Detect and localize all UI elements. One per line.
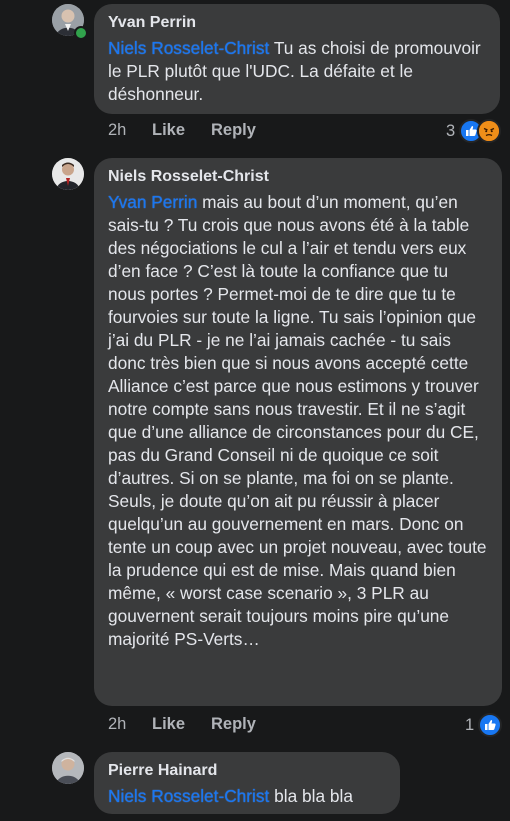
mention-link[interactable]: Yvan Perrin — [108, 192, 197, 212]
comment-author[interactable]: Yvan Perrin — [108, 13, 486, 33]
comment-thread: Yvan Perrin Niels Rosselet-Christ Tu as … — [0, 0, 510, 821]
comment-text: Niels Rosselet-Christ bla bla bla — [108, 785, 386, 808]
like-button[interactable]: Like — [152, 121, 211, 140]
reactions-summary[interactable]: 1 — [465, 713, 503, 737]
reply-button[interactable]: Reply — [211, 121, 256, 140]
comment-bubble: Niels Rosselet-Christ Yvan Perrin mais a… — [94, 158, 502, 706]
angry-icon — [477, 119, 502, 143]
like-icon — [478, 713, 503, 737]
reaction-count: 3 — [446, 121, 456, 140]
comment-body: mais au bout d’un moment, qu’en sais-tu … — [108, 192, 487, 649]
like-button[interactable]: Like — [152, 715, 211, 734]
reaction-count: 1 — [465, 715, 475, 734]
comment-actions: 2h Like Reply — [108, 715, 256, 734]
avatar[interactable] — [52, 158, 84, 190]
comment-bubble: Pierre Hainard Niels Rosselet-Christ bla… — [94, 752, 400, 814]
comment-actions: 2h Like Reply — [108, 121, 256, 140]
comment-body: bla bla bla — [269, 786, 353, 806]
avatar[interactable] — [52, 752, 84, 784]
mention-link[interactable]: Niels Rosselet-Christ — [108, 38, 269, 58]
comment-author[interactable]: Pierre Hainard — [108, 761, 386, 781]
comment-timestamp[interactable]: 2h — [108, 121, 152, 140]
comment-text: Niels Rosselet-Christ Tu as choisi de pr… — [108, 37, 486, 106]
reactions-summary[interactable]: 3 — [446, 119, 502, 143]
mention-link[interactable]: Niels Rosselet-Christ — [108, 786, 269, 806]
online-status-icon — [74, 26, 88, 40]
reply-button[interactable]: Reply — [211, 715, 256, 734]
comment-bubble: Yvan Perrin Niels Rosselet-Christ Tu as … — [94, 4, 500, 114]
comment-author[interactable]: Niels Rosselet-Christ — [108, 167, 488, 187]
comment-text: Yvan Perrin mais au bout d’un moment, qu… — [108, 191, 488, 651]
comment-timestamp[interactable]: 2h — [108, 715, 152, 734]
